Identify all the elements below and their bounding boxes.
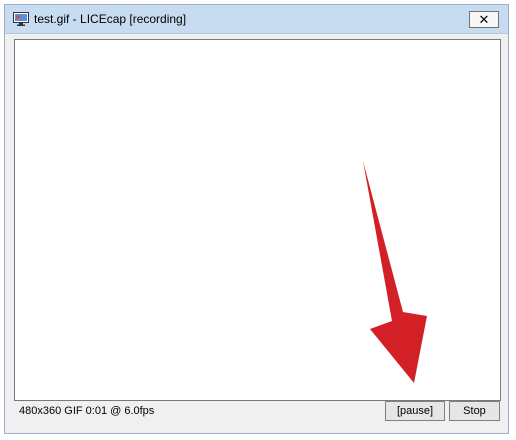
capture-area[interactable] [14,39,501,401]
window-title: test.gif - LICEcap [recording] [34,12,187,26]
stop-button[interactable]: Stop [449,401,500,421]
close-button[interactable]: ✕ [469,11,499,28]
licecap-app-icon [13,12,29,26]
title-bar[interactable]: test.gif - LICEcap [recording] ✕ [5,5,508,34]
recording-status: 480x360 GIF 0:01 @ 6.0fps [19,405,155,417]
close-icon: ✕ [478,12,490,27]
licecap-window: test.gif - LICEcap [recording] ✕ [4,4,509,434]
pause-button[interactable]: [pause] [385,401,445,421]
